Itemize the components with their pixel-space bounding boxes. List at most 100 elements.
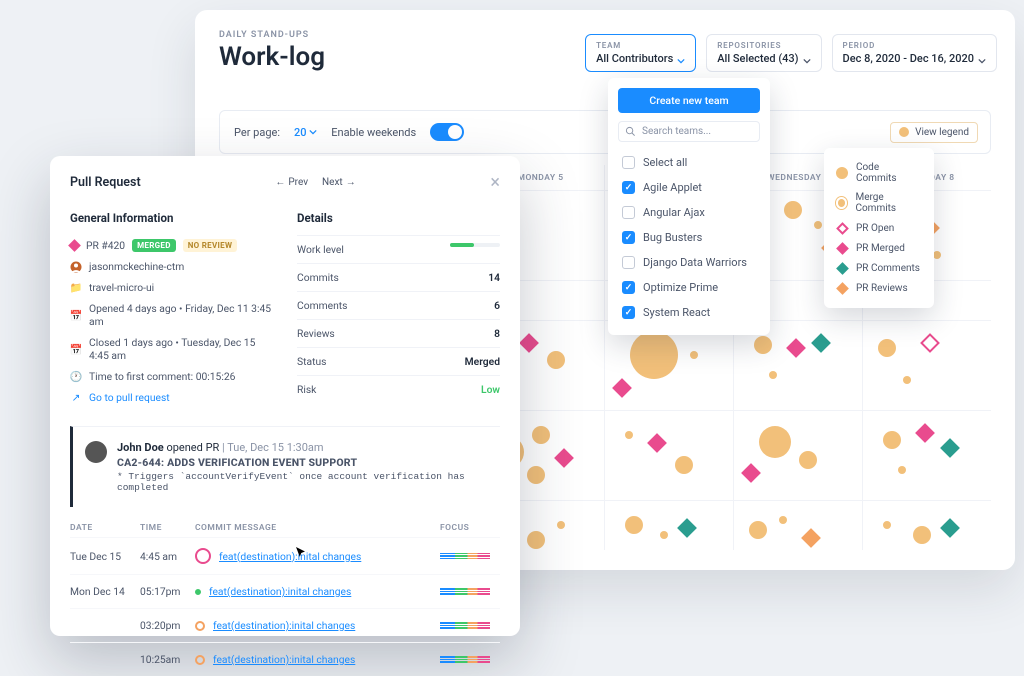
det-comments: Comments6 — [297, 291, 500, 319]
timeline-dot-icon — [195, 548, 211, 564]
team-item[interactable]: System React — [608, 300, 770, 325]
chevron-down-icon — [309, 126, 317, 134]
event-who: John Doe — [117, 441, 164, 454]
col-focus: FOCUS — [440, 523, 500, 533]
weekends-toggle[interactable] — [430, 123, 464, 141]
filter-repos-value: All Selected (43) — [717, 52, 810, 65]
next-button[interactable]: Next → — [322, 177, 356, 188]
checkbox[interactable] — [622, 156, 635, 169]
legend-label: PR Reviews — [856, 283, 908, 294]
team-item-label: Angular Ajax — [643, 206, 705, 219]
circle-icon — [836, 167, 848, 179]
checkbox[interactable] — [622, 206, 635, 219]
close-icon[interactable]: × — [490, 172, 500, 193]
pr-timefirst-row: 🕐 Time to first comment: 00:15:26 — [70, 366, 273, 387]
pr-body: General Information PR #420 MERGED NO RE… — [70, 211, 500, 408]
log-time: 4:45 am — [140, 550, 195, 563]
filter-period-label: PERIOD — [843, 41, 986, 50]
merged-badge: MERGED — [132, 239, 176, 252]
checkbox[interactable] — [622, 181, 635, 194]
pr-opened-row: 📅 Opened 4 days ago • Friday, Dec 11 3:4… — [70, 298, 273, 332]
search-icon — [625, 126, 636, 137]
team-item-label: Optimize Prime — [643, 281, 718, 294]
checkbox[interactable] — [622, 256, 635, 269]
filter-team-label: TEAM — [596, 41, 685, 50]
folder-icon: 📁 — [70, 282, 82, 294]
log-focus — [440, 622, 500, 629]
legend-label: PR Comments — [856, 263, 920, 274]
team-item[interactable]: Django Data Warriors — [608, 250, 770, 275]
log-time: 05:17pm — [140, 585, 195, 598]
col-date: DATE — [70, 523, 140, 533]
event-block: John Doe opened PR | Tue, Dec 15 1:30am … — [70, 426, 500, 507]
filter-period-value: Dec 8, 2020 - Dec 16, 2020 — [843, 52, 986, 65]
general-info-section: General Information PR #420 MERGED NO RE… — [70, 211, 273, 408]
filter-team-value: All Contributors — [596, 52, 685, 65]
event-time: Tue, Dec 15 1:30am — [227, 441, 323, 454]
filter-team-text: All Contributors — [596, 52, 673, 65]
pr-author-row: jasonmckechine-ctm — [70, 256, 273, 277]
log-row[interactable]: Tue Dec 15 4:45 am feat(destination):ini… — [70, 537, 500, 574]
pr-id: PR #420 — [86, 239, 125, 252]
cursor-icon — [296, 547, 308, 559]
chevron-down-icon — [978, 55, 986, 63]
filter-team[interactable]: TEAM All Contributors — [585, 34, 696, 72]
legend-row: Code Commits — [836, 158, 922, 188]
noreview-badge: NO REVIEW — [183, 239, 238, 252]
pr-repo: travel-micro-ui — [89, 281, 154, 294]
clock-icon: 🕐 — [70, 371, 82, 383]
checkbox[interactable] — [622, 281, 635, 294]
create-team-button[interactable]: Create new team — [618, 88, 760, 113]
commit-message-link[interactable]: feat(destination):inital changes — [209, 585, 440, 598]
diamond-outline-icon — [836, 222, 849, 235]
legend-label: Code Commits — [856, 162, 922, 184]
team-item-label: Select all — [643, 156, 687, 169]
team-item[interactable]: Angular Ajax — [608, 200, 770, 225]
log-date: Tue Dec 15 — [70, 550, 140, 563]
team-item[interactable]: Agile Applet — [608, 175, 770, 200]
team-item[interactable]: Bug Busters — [608, 225, 770, 250]
pr-closed-row: 📅 Closed 1 days ago • Tuesday, Dec 15 4:… — [70, 332, 273, 366]
team-item[interactable]: Select all — [608, 150, 770, 175]
log-row[interactable]: 10:25am feat(destination):inital changes — [70, 642, 500, 676]
log-focus — [440, 588, 500, 595]
filter-period[interactable]: PERIOD Dec 8, 2020 - Dec 16, 2020 — [832, 34, 997, 72]
timeline-dot-icon — [195, 655, 205, 665]
log-row[interactable]: Mon Dec 14 05:17pm feat(destination):ini… — [70, 574, 500, 608]
team-item-label: Bug Busters — [643, 231, 702, 244]
view-legend-label: View legend — [915, 127, 969, 138]
pr-timefirst: Time to first comment: 00:15:26 — [89, 370, 235, 383]
commit-message-link[interactable]: feat(destination):inital changes — [213, 619, 440, 632]
team-item[interactable]: Optimize Prime — [608, 275, 770, 300]
log-row[interactable]: 03:20pm feat(destination):inital changes — [70, 608, 500, 642]
legend-dot-icon — [899, 127, 909, 137]
view-legend-button[interactable]: View legend — [890, 122, 978, 143]
details-section: Details Work level Commits14 Comments6 R… — [297, 211, 500, 408]
pr-nav: ← Prev Next → — [275, 177, 355, 188]
checkbox[interactable] — [622, 231, 635, 244]
commit-message-link[interactable]: feat(destination):inital changes — [213, 653, 440, 666]
pr-repo-row: 📁 travel-micro-ui — [70, 277, 273, 298]
prev-button[interactable]: ← Prev — [275, 177, 308, 188]
checkbox[interactable] — [622, 306, 635, 319]
event-desc: * Triggers `accountVerifyEvent` once acc… — [117, 471, 500, 493]
log-time: 03:20pm — [140, 619, 195, 632]
avatar — [85, 441, 107, 463]
filter-repos[interactable]: REPOSITORIES All Selected (43) — [706, 34, 821, 72]
diamond-teal-icon — [836, 262, 849, 275]
diamond-orange-icon — [836, 282, 849, 295]
event-action: opened PR — [166, 441, 219, 454]
legend-row: Merge Commits — [836, 188, 922, 218]
calendar-icon: 📅 — [70, 343, 82, 355]
pr-goto-row[interactable]: ↗ Go to pull request — [70, 387, 273, 408]
team-search-input[interactable]: Search teams... — [618, 121, 760, 142]
perpage-number: 20 — [294, 126, 307, 139]
timeline-dot-icon — [195, 621, 205, 631]
chevron-down-icon — [677, 55, 685, 63]
user-icon — [70, 261, 82, 273]
perpage-value[interactable]: 20 — [294, 126, 317, 139]
legend-row: PR Merged — [836, 238, 922, 258]
pr-detail-modal: Pull Request ← Prev Next → × General Inf… — [50, 156, 520, 636]
commit-message-link[interactable]: feat(destination):inital changes — [219, 550, 440, 563]
det-reviews: Reviews8 — [297, 319, 500, 347]
